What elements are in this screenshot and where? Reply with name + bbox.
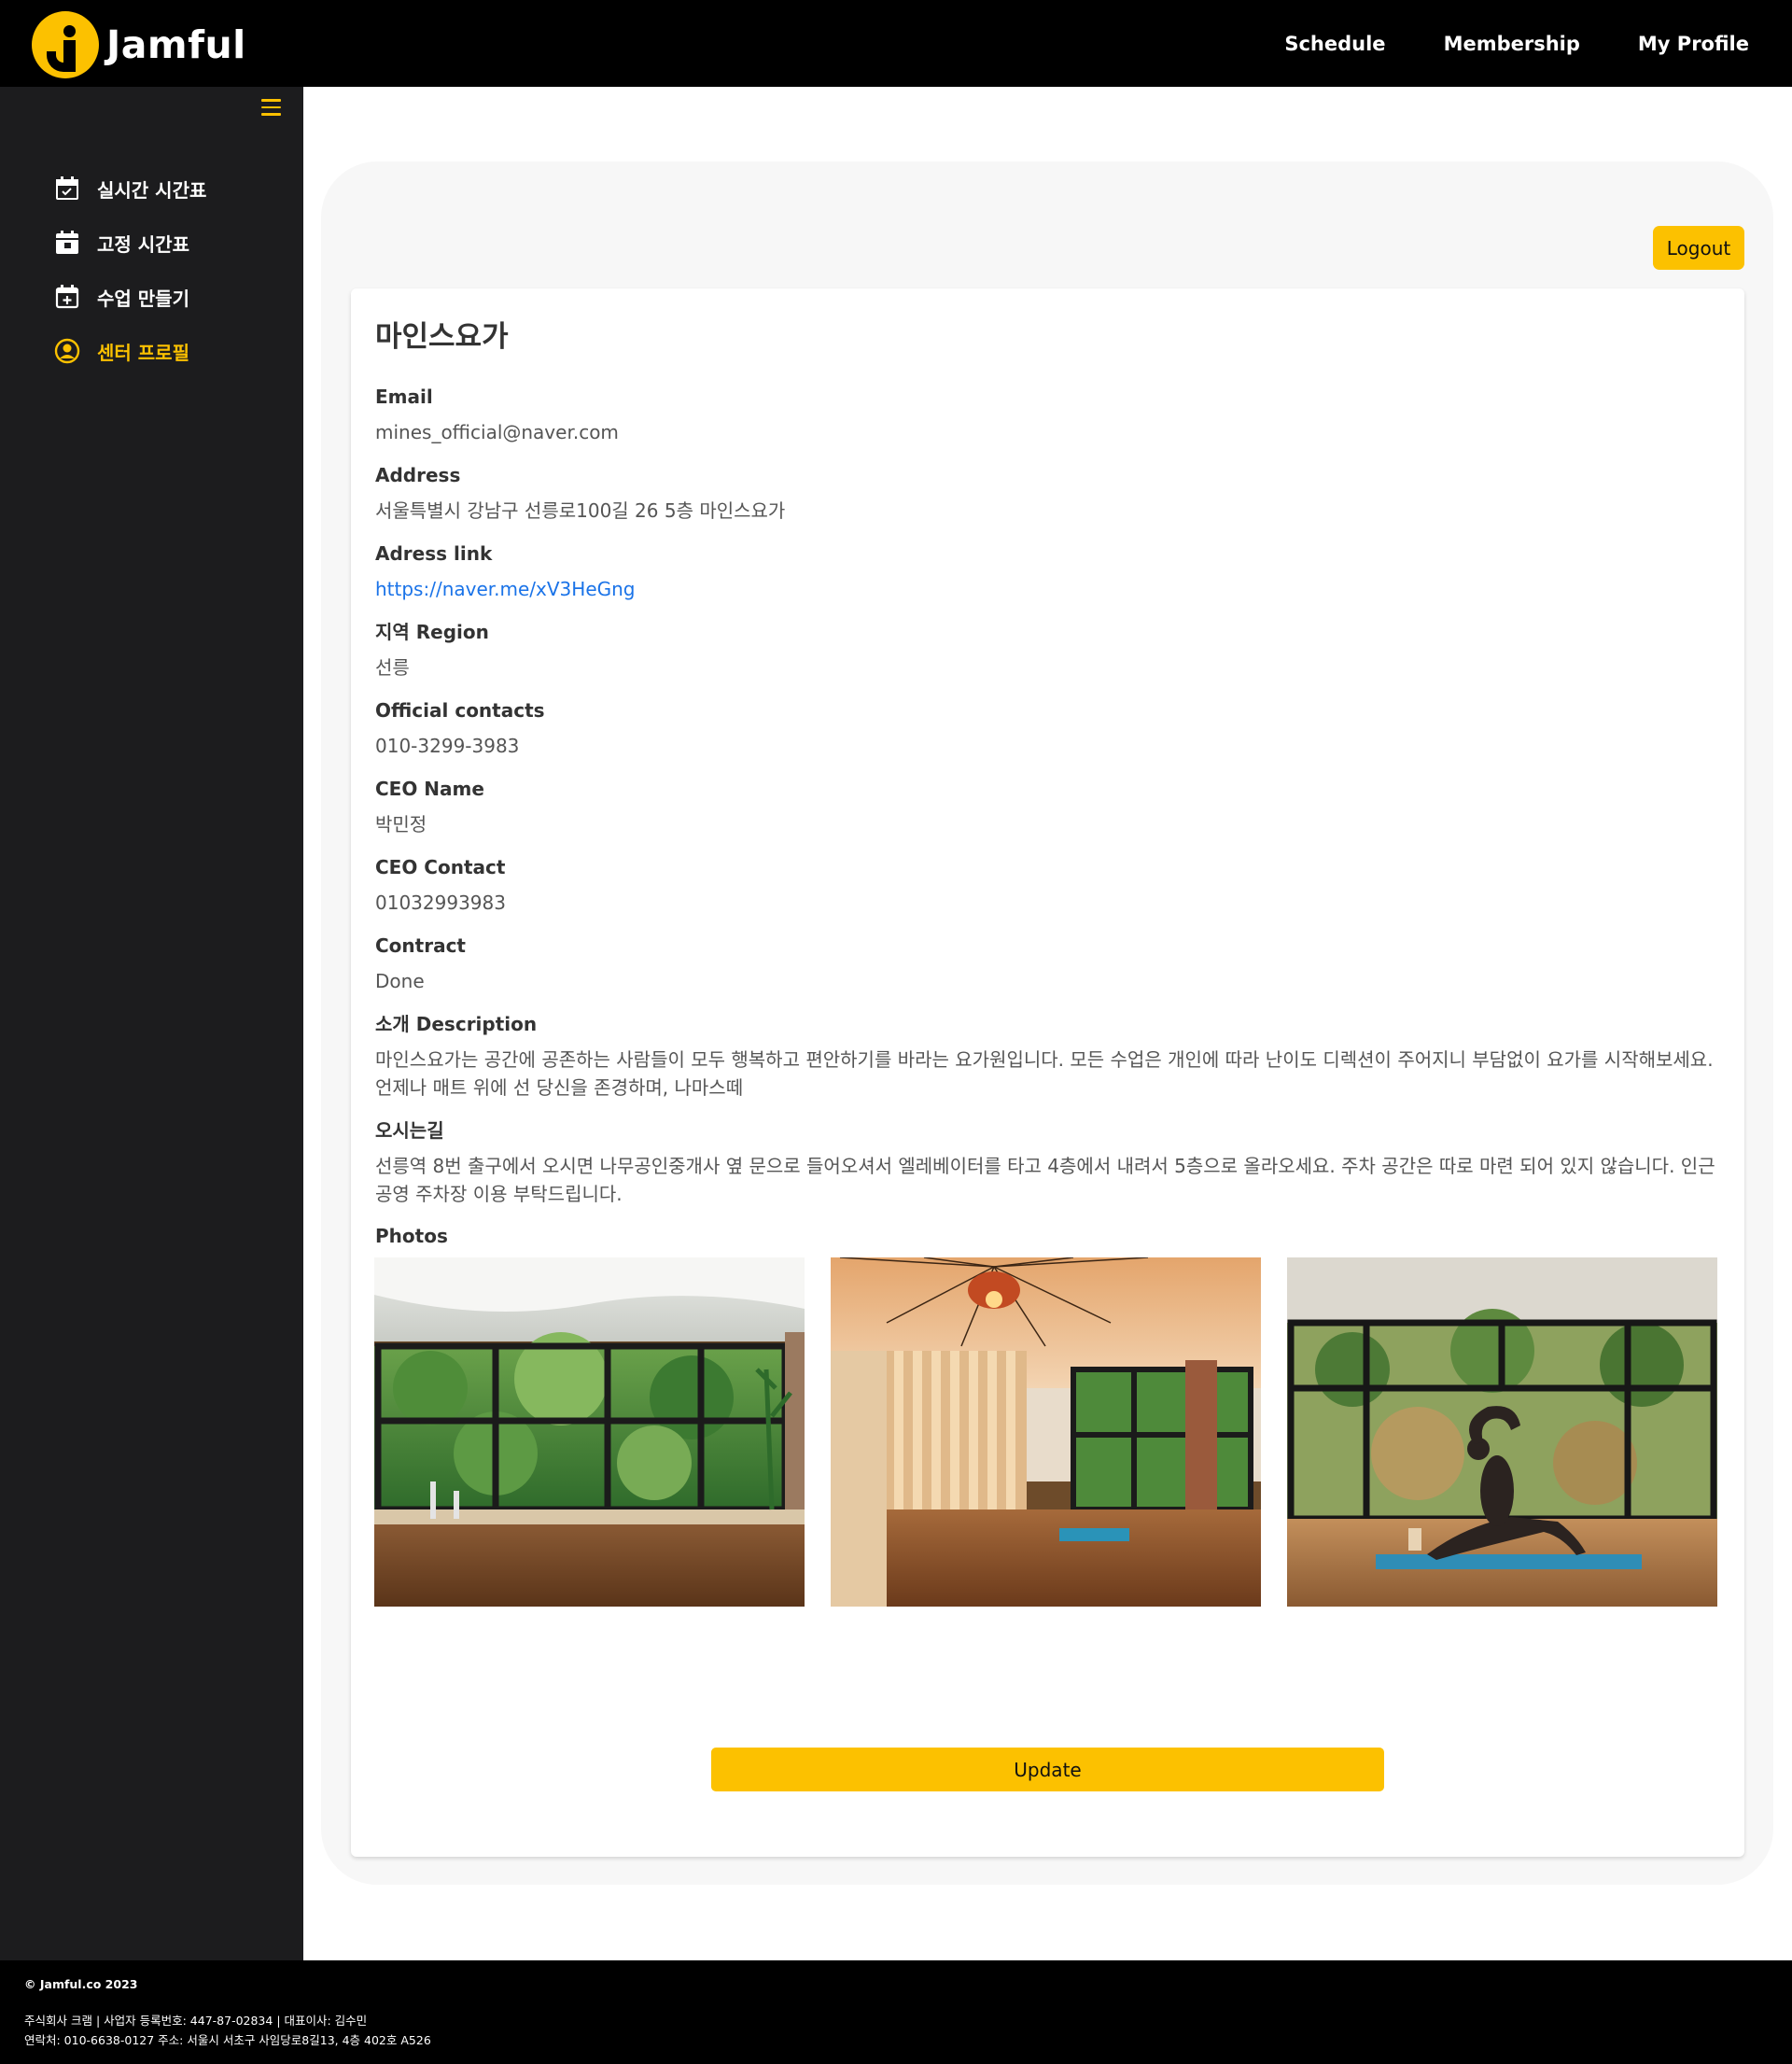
field-ceo-contact: CEO Contact 01032993983	[375, 855, 1719, 917]
center-profile-card: 마인스요가 Email mines_official@naver.com Add…	[351, 288, 1744, 1857]
field-value: 선릉	[375, 656, 410, 679]
field-value: mines_official@naver.com	[375, 421, 619, 443]
field-label: Address	[375, 464, 461, 486]
field-address: Address 서울특별시 강남구 선릉로100길 26 5층 마인스요가	[375, 463, 1719, 525]
field-ceo-name: CEO Name 박민정	[375, 777, 1719, 838]
field-label: CEO Contact	[375, 856, 506, 878]
footer: © Jamful.co 2023 주식회사 크램 | 사업자 등록번호: 447…	[0, 1960, 1792, 2064]
field-value: Done	[375, 970, 425, 992]
field-value: 01032993983	[375, 892, 506, 914]
sidebar-item-center-profile[interactable]: 센터 프로필	[54, 324, 206, 378]
field-label: Email	[375, 386, 433, 408]
sidebar-item-create-class[interactable]: 수업 만들기	[54, 270, 206, 324]
calendar-plus-icon	[54, 284, 80, 310]
sidebar-item-label: 고정 시간표	[97, 232, 189, 256]
field-value: 박민정	[375, 813, 427, 835]
field-value: 선릉역 8번 출구에서 오시면 나무공인중개사 옆 문으로 들어오셔서 엘레베이…	[375, 1155, 1715, 1205]
nav-membership[interactable]: Membership	[1444, 33, 1580, 55]
brand-name: Jamful	[106, 22, 246, 67]
studio-interior-photo[interactable]	[831, 1257, 1261, 1607]
top-navbar: Jamful Schedule Membership My Profile	[0, 0, 1792, 87]
field-email: Email mines_official@naver.com	[375, 385, 1719, 446]
center-name: 마인스요가	[375, 320, 509, 354]
footer-company-info: 주식회사 크램 | 사업자 등록번호: 447-87-02834 | 대표이사:…	[24, 2014, 368, 2028]
nav-schedule[interactable]: Schedule	[1284, 33, 1385, 55]
update-button[interactable]: Update	[711, 1748, 1384, 1791]
sidebar-item-realtime-schedule[interactable]: 실시간 시간표	[54, 161, 206, 216]
field-label: CEO Name	[375, 778, 484, 800]
hamburger-menu-icon[interactable]	[261, 99, 281, 117]
jamful-logo-icon	[32, 11, 99, 78]
field-value: 서울특별시 강남구 선릉로100길 26 5층 마인스요가	[375, 499, 786, 522]
field-directions: 오시는길 선릉역 8번 출구에서 오시면 나무공인중개사 옆 문으로 들어오셔서…	[375, 1118, 1719, 1208]
field-label: Official contacts	[375, 699, 545, 722]
logout-button[interactable]: Logout	[1653, 226, 1744, 270]
sidebar-item-label: 센터 프로필	[97, 341, 189, 364]
yoga-pose-photo[interactable]	[1287, 1257, 1717, 1607]
field-label: 소개 Description	[375, 1013, 538, 1035]
photos-label: Photos	[375, 1225, 448, 1247]
field-label: Adress link	[375, 542, 493, 565]
field-region: 지역 Region 선릉	[375, 620, 1719, 681]
sidebar-item-fixed-schedule[interactable]: 고정 시간표	[54, 216, 206, 270]
field-official-contacts: Official contacts 010-3299-3983	[375, 698, 1719, 760]
brand-logo[interactable]: Jamful	[32, 11, 246, 78]
nav-my-profile[interactable]: My Profile	[1638, 33, 1749, 55]
address-link[interactable]: https://naver.me/xV3HeGng	[375, 575, 1719, 603]
field-label: Contract	[375, 934, 466, 957]
field-description: 소개 Description 마인스요가는 공간에 공존하는 사람들이 모두 행…	[375, 1012, 1719, 1102]
studio-window-photo[interactable]	[374, 1257, 805, 1607]
footer-copyright: © Jamful.co 2023	[24, 1977, 138, 1991]
user-circle-icon	[54, 338, 80, 364]
sidebar-menu: 실시간 시간표 고정 시간표 수업 만들기 센터 프로필	[54, 161, 206, 378]
field-value: 마인스요가는 공간에 공존하는 사람들이 모두 행복하고 편안하기를 바라는 요…	[375, 1048, 1714, 1099]
field-label: 오시는길	[375, 1119, 444, 1142]
footer-contact-info: 연락처: 010-6638-0127 주소: 서울시 서초구 사임당로8길13,…	[24, 2033, 431, 2047]
top-nav: Schedule Membership My Profile	[1284, 0, 1749, 87]
calendar-check-icon	[54, 176, 80, 202]
field-label: 지역 Region	[375, 621, 489, 643]
field-address-link: Adress link https://naver.me/xV3HeGng	[375, 541, 1719, 603]
field-contract: Contract Done	[375, 934, 1719, 995]
calendar-event-icon	[54, 230, 80, 256]
sidebar-item-label: 수업 만들기	[97, 287, 189, 310]
field-value: 010-3299-3983	[375, 735, 520, 757]
sidebar: 실시간 시간표 고정 시간표 수업 만들기 센터 프로필	[0, 87, 303, 1960]
sidebar-item-label: 실시간 시간표	[97, 178, 207, 202]
